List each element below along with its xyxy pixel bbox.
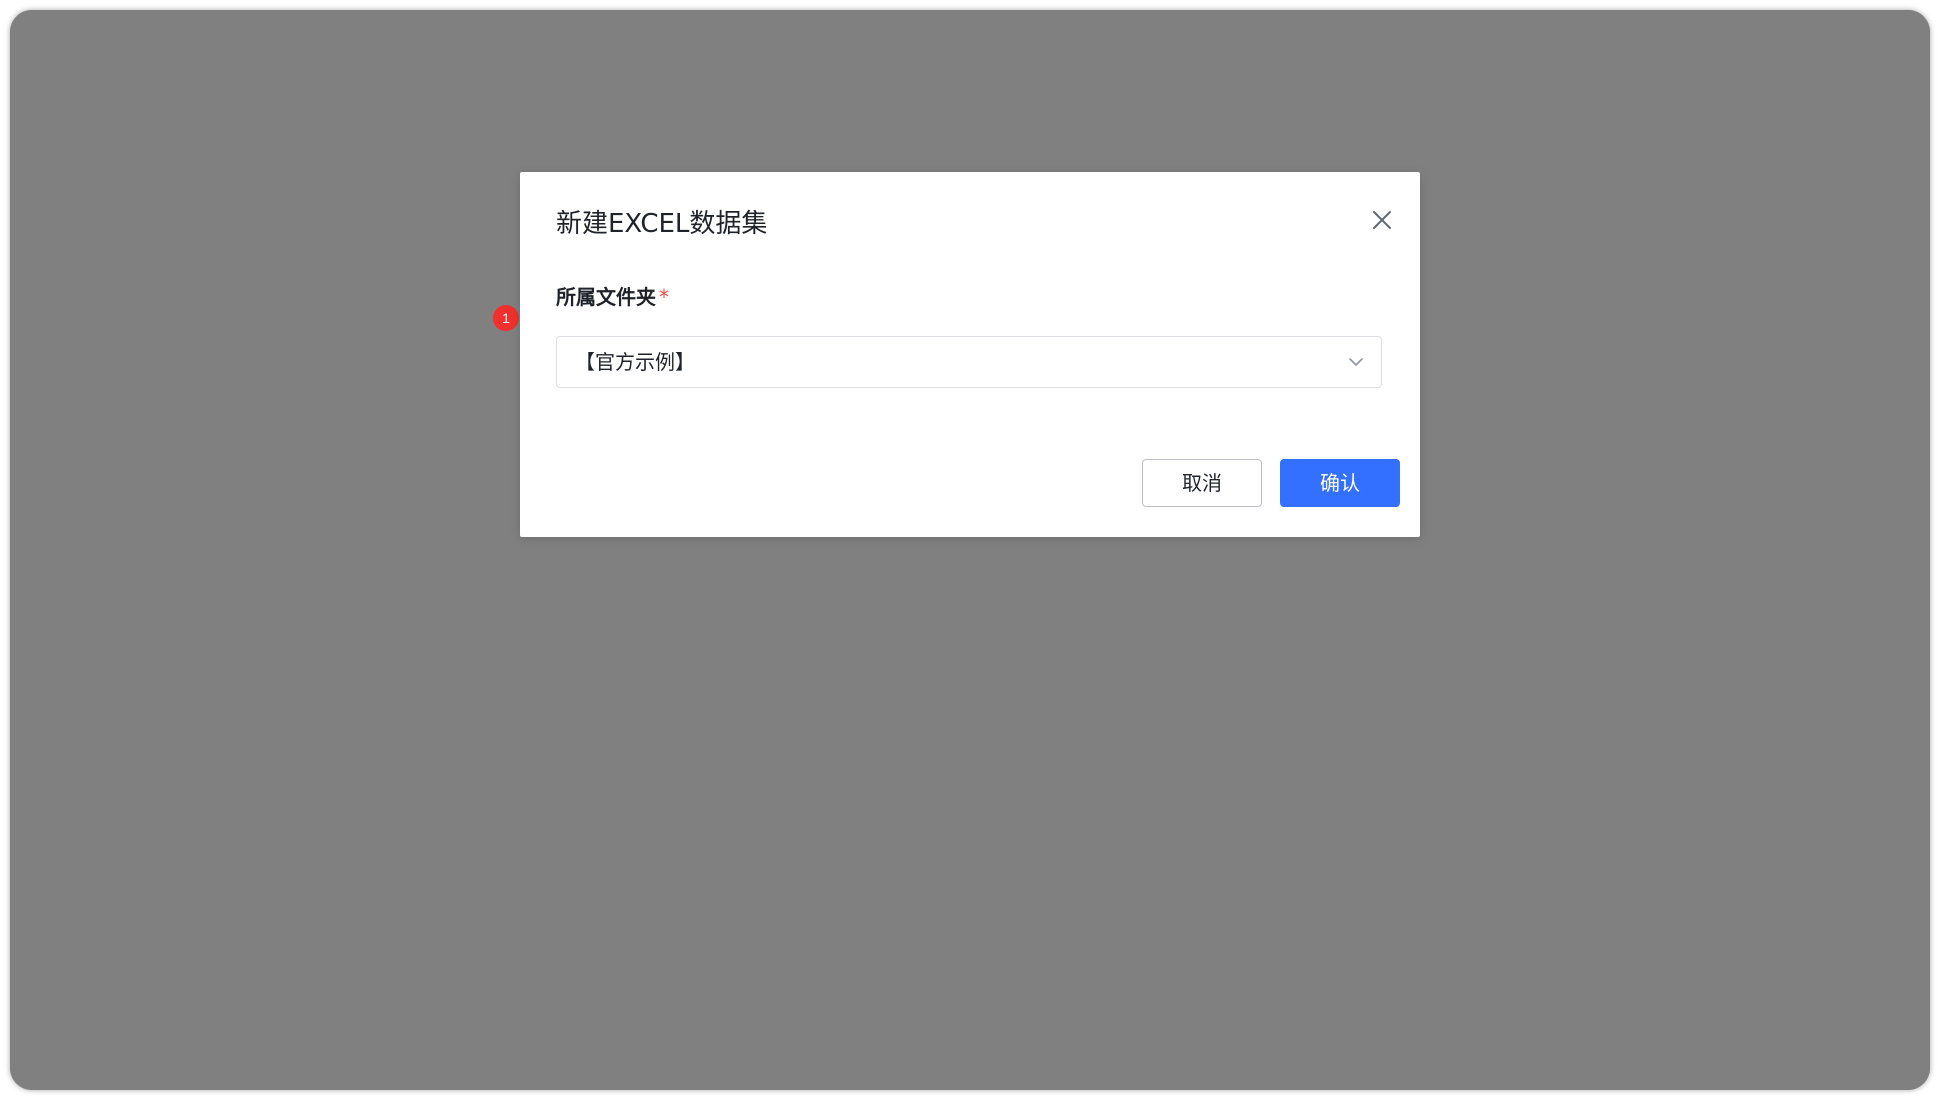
chevron-down-icon <box>1349 358 1363 366</box>
app-window: 1 新建EXCEL数据集 所属文件夹 * 【官方示例】 取消 确认 <box>10 10 1930 1090</box>
step-badge: 1 <box>493 305 519 331</box>
new-excel-dataset-dialog: 新建EXCEL数据集 所属文件夹 * 【官方示例】 取消 确认 <box>520 172 1420 537</box>
folder-field-label: 所属文件夹 * <box>556 282 669 312</box>
folder-select-value: 【官方示例】 <box>575 350 695 374</box>
cancel-button[interactable]: 取消 <box>1142 459 1262 507</box>
close-button[interactable] <box>1364 202 1400 238</box>
confirm-button[interactable]: 确认 <box>1280 459 1400 507</box>
folder-select[interactable]: 【官方示例】 <box>556 336 1382 388</box>
dialog-title: 新建EXCEL数据集 <box>556 209 768 239</box>
folder-label-text: 所属文件夹 <box>556 285 656 309</box>
required-mark: * <box>659 285 669 309</box>
close-icon <box>1373 211 1391 229</box>
